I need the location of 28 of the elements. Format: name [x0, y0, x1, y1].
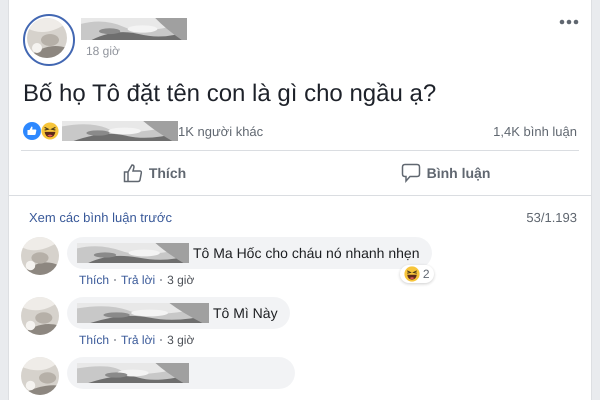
comment-time: 3 giờ: [167, 333, 194, 347]
like-reaction-icon: [23, 122, 41, 140]
reply-link[interactable]: Trả lời: [121, 273, 156, 287]
reaction-badge[interactable]: 2: [400, 265, 434, 283]
separator-dot: [160, 279, 162, 281]
comment-time: 3 giờ: [167, 273, 194, 287]
avatar-ring[interactable]: [23, 14, 75, 66]
comment-text: Tô Ma Hốc cho cháu nó nhanh nhẹn: [193, 245, 420, 261]
reply-link[interactable]: Trả lời: [121, 333, 156, 347]
comment-counter: 53/1.193: [526, 210, 577, 225]
comment-text: Tô Mì Này: [213, 305, 278, 321]
reactions-count[interactable]: 1K người khác: [178, 124, 264, 138]
laughing-emoji-icon: [404, 266, 420, 282]
previous-comments-link[interactable]: Xem các bình luận trước: [29, 210, 172, 225]
separator-dot: [160, 339, 162, 341]
like-link[interactable]: Thích: [79, 273, 110, 287]
like-button[interactable]: Thích: [9, 155, 300, 191]
separator-dot: [114, 279, 116, 281]
post-text: Bố họ Tô đặt tên con là gì cho ngầu ạ?: [22, 79, 438, 109]
comment-button[interactable]: Bình luận: [300, 155, 591, 191]
laughing-emoji-icon: [41, 122, 59, 140]
thumbs-up-icon: [122, 163, 143, 183]
more-options-icon[interactable]: [559, 18, 579, 26]
post-time: 18 giờ: [85, 44, 121, 58]
separator-dot: [114, 339, 116, 341]
speech-bubble-icon: [400, 163, 421, 183]
like-link[interactable]: Thích: [79, 333, 110, 347]
comments-count[interactable]: 1,4K bình luận: [493, 124, 577, 138]
